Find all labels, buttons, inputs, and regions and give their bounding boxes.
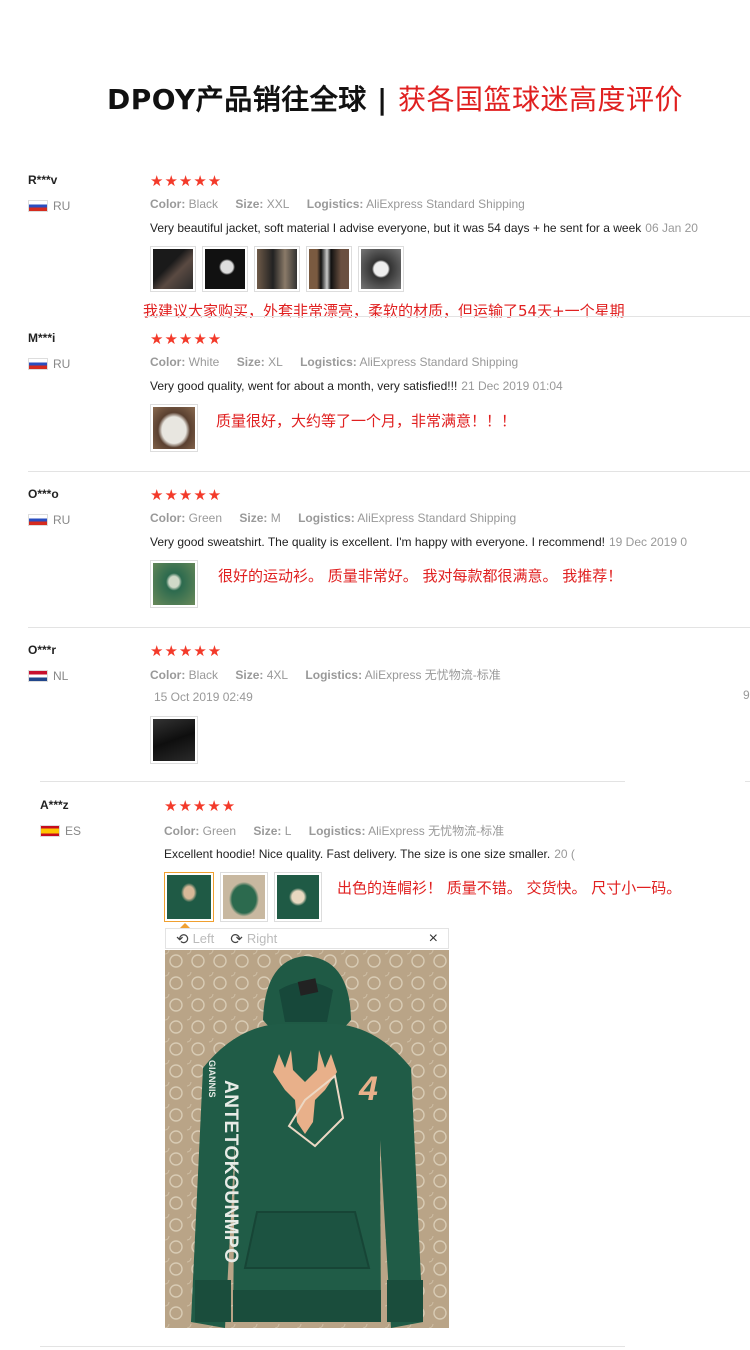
reviewer-country: RU — [28, 357, 70, 371]
star-rating: ★★★★★ — [150, 331, 223, 348]
review-photo-thumb[interactable] — [150, 716, 198, 764]
divider — [147, 316, 750, 317]
divider — [28, 627, 750, 628]
page-title: DPOY产品销往全球 | 获各国篮球迷高度评价 — [0, 78, 750, 118]
star-rating: ★★★★★ — [150, 487, 223, 504]
divider — [745, 781, 750, 782]
russia-flag-icon — [28, 514, 48, 526]
star-rating: ★★★★★ — [150, 643, 223, 660]
review-date: 06 Jan 20 — [645, 221, 698, 235]
rotate-right-button[interactable]: ⟳ Right — [230, 930, 277, 948]
star-rating: ★★★★★ — [150, 173, 223, 190]
review-photo-thumb[interactable] — [254, 246, 300, 292]
review-translation: 很好的运动衫。 质量非常好。 我对每款都很满意。 我推荐！ — [218, 567, 623, 585]
divider — [28, 471, 750, 472]
review-comment: Very beautiful jacket, soft material I a… — [150, 221, 698, 235]
rotate-right-icon: ⟳ — [230, 930, 243, 948]
divider — [40, 1346, 625, 1347]
reviewer-name: M***i — [28, 331, 56, 345]
enlarged-review-photo: ANTETOKOUNMPO GIANNIS 4 — [165, 950, 449, 1328]
reviewer-country: ES — [40, 824, 81, 838]
review-translation: 出色的连帽衫！ 质量不错。 交货快。 尺寸小一码。 — [337, 879, 682, 897]
review-photos — [150, 404, 198, 452]
reviewer-country: NL — [28, 669, 68, 683]
review-photo-thumb[interactable] — [220, 872, 268, 922]
review-photos — [150, 716, 198, 764]
review-photos — [150, 560, 198, 608]
review-meta: Color: Green Size: M Logistics: AliExpre… — [150, 511, 517, 525]
review-photo-thumb[interactable] — [150, 560, 198, 608]
star-rating: ★★★★★ — [164, 798, 237, 815]
spain-flag-icon — [40, 825, 60, 837]
review-meta: Color: Black Size: XXL Logistics: AliExp… — [150, 197, 525, 211]
review-date: 19 Dec 2019 0 — [608, 535, 688, 549]
divider — [40, 781, 625, 782]
review-date: 15 Oct 2019 02:49 — [154, 690, 253, 704]
review-meta: Color: Green Size: L Logistics: AliExpre… — [164, 824, 505, 838]
reviewer-country: RU — [28, 199, 70, 213]
close-viewer-button[interactable]: × — [429, 930, 438, 948]
reviewer-name: O***r — [28, 643, 57, 657]
russia-flag-icon — [28, 200, 48, 212]
jersey-number-print: 4 — [358, 1070, 378, 1108]
review-comment: Excellent hoodie! Nice quality. Fast del… — [164, 847, 575, 861]
review-comment: Very good quality, went for about a mont… — [150, 379, 563, 393]
review-photos — [164, 872, 322, 922]
rotate-left-button[interactable]: ⟲ Left — [176, 930, 214, 948]
review-date: 20 ( — [554, 847, 575, 861]
rotate-left-icon: ⟲ — [176, 930, 189, 948]
review-photo-thumb[interactable] — [306, 246, 352, 292]
review-date: 21 Dec 2019 01:04 — [461, 379, 563, 393]
sleeve-first-name-print: GIANNIS — [207, 1060, 217, 1098]
review-photo-thumb[interactable] — [150, 246, 196, 292]
review-meta: Color: Black Size: 4XL Logistics: AliExp… — [150, 668, 501, 682]
title-highlight: 获各国篮球迷高度评价 — [398, 83, 684, 116]
review-translation: 质量很好，大约等了一个月，非常满意！！！ — [216, 412, 517, 430]
russia-flag-icon — [28, 358, 48, 370]
review-photo-thumb[interactable] — [358, 246, 404, 292]
review-photo-thumb[interactable] — [202, 246, 248, 292]
reviewer-country: RU — [28, 513, 70, 527]
netherlands-flag-icon — [28, 670, 48, 682]
reviewer-name: A***z — [40, 798, 69, 812]
reviewer-name: O***o — [28, 487, 59, 501]
review-photo-thumb[interactable] — [150, 404, 198, 452]
review-photo-thumb[interactable] — [274, 872, 322, 922]
reviewer-name: R***v — [28, 173, 58, 187]
review-photos — [150, 246, 404, 292]
review-photo-thumb-selected[interactable] — [164, 872, 214, 922]
review-comment: Very good sweatshirt. The quality is exc… — [150, 535, 688, 549]
sleeve-name-print: ANTETOKOUNMPO — [220, 1080, 241, 1263]
review-date-edge: 9 — [743, 688, 750, 702]
image-viewer-toolbar: ⟲ Left ⟳ Right × — [165, 928, 449, 949]
title-main: DPOY产品销往全球 | — [106, 83, 399, 116]
review-meta: Color: White Size: XL Logistics: AliExpr… — [150, 355, 519, 369]
review-translation: 我建议大家购买，外套非常漂亮，柔软的材质，但运输了54天+一个星期 — [143, 302, 625, 320]
